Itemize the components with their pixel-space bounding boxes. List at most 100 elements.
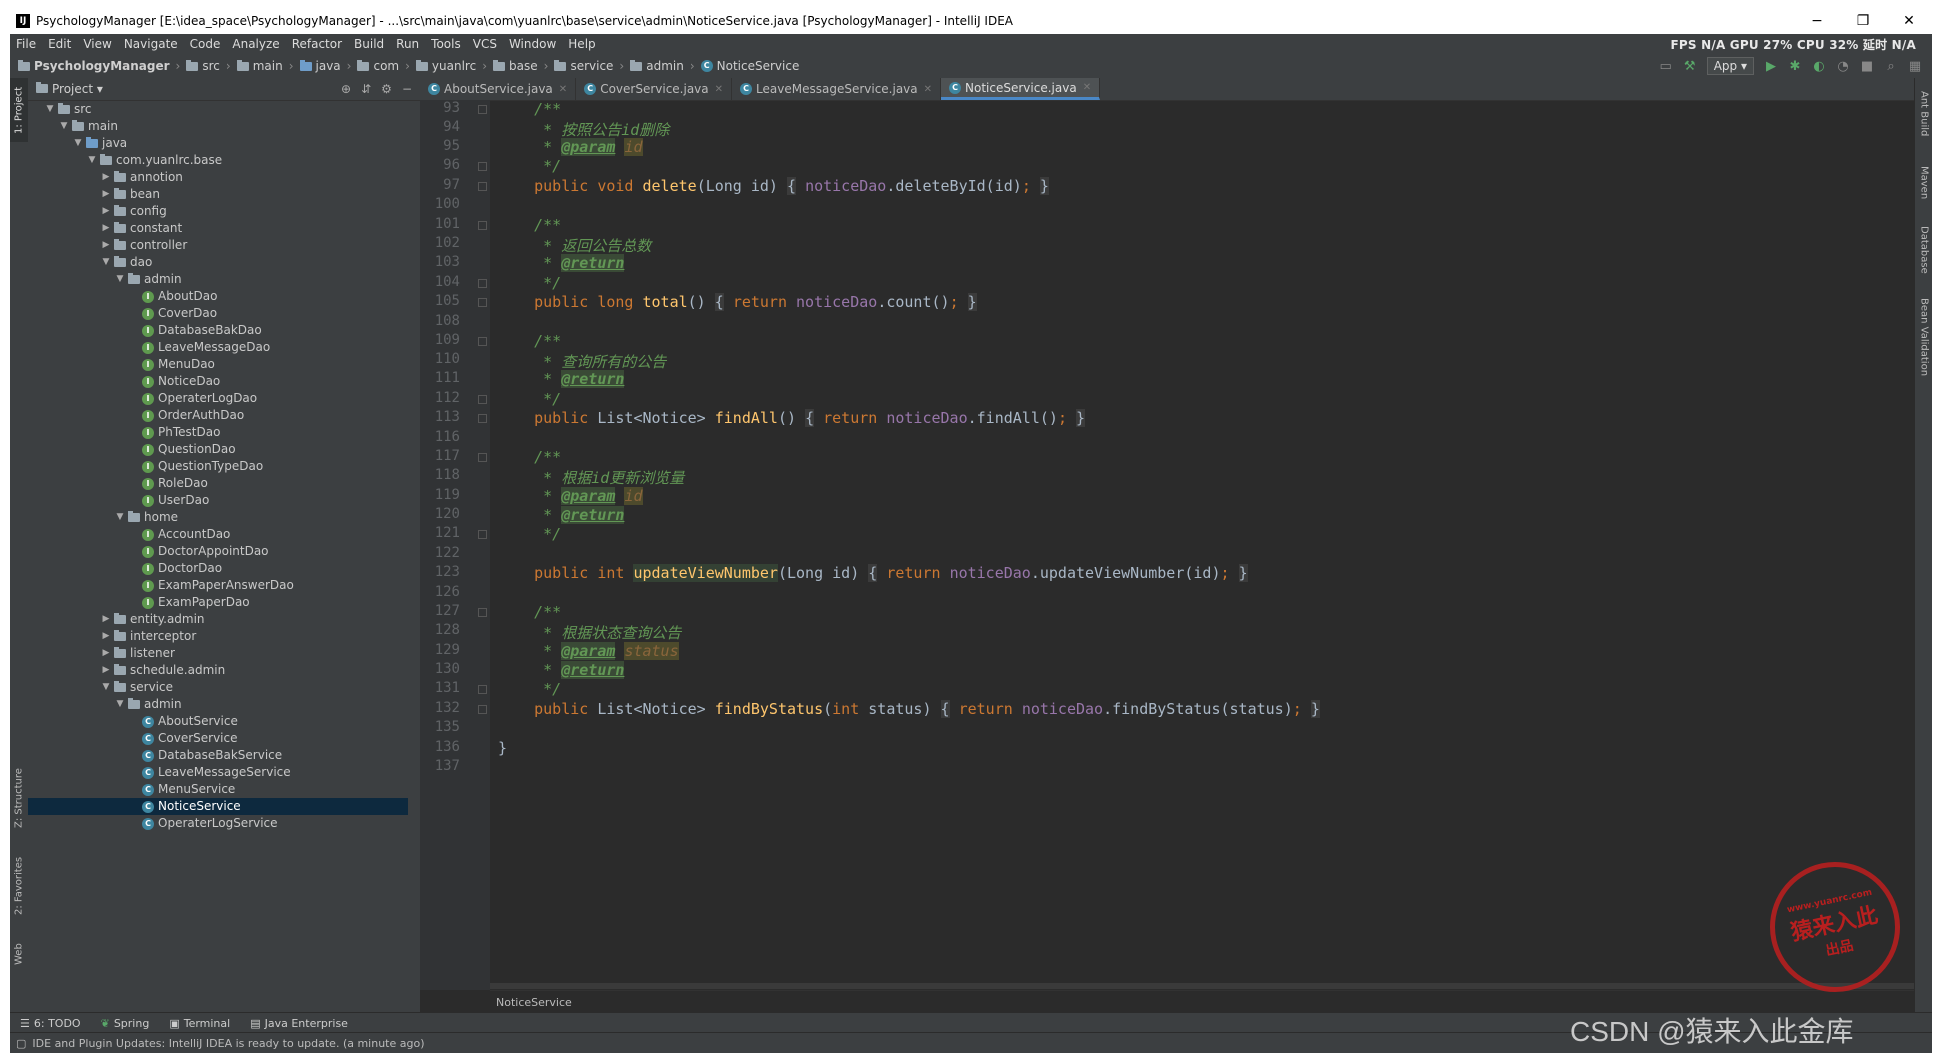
tree-row[interactable]: ▶ bean xyxy=(28,186,408,203)
status-message[interactable]: IDE and Plugin Updates: IntelliJ IDEA is… xyxy=(32,1037,424,1050)
status-toggle-icon[interactable]: ▢ xyxy=(10,1037,32,1050)
menu-vcs[interactable]: VCS xyxy=(467,37,503,51)
tree-row[interactable]: I DoctorAppointDao xyxy=(28,543,408,560)
tree-row[interactable]: C LeaveMessageService xyxy=(28,764,408,781)
collapse-arrow-icon[interactable]: ▶ xyxy=(100,645,112,662)
tool-terminal[interactable]: ▣ Terminal xyxy=(159,1017,240,1030)
project-structure-icon[interactable]: ▦ xyxy=(1908,59,1922,74)
tree-row[interactable]: I ExamPaperDao xyxy=(28,594,408,611)
menu-file[interactable]: File xyxy=(10,37,42,51)
tree-row[interactable]: ▶ config xyxy=(28,203,408,220)
crumb-noticeservice[interactable]: C NoticeService xyxy=(697,59,804,73)
tree-row[interactable]: ▼ com.yuanlrc.base xyxy=(28,152,408,169)
close-tab-icon[interactable]: ✕ xyxy=(715,84,723,95)
tab-maven[interactable]: Maven xyxy=(1915,158,1932,208)
tree-row[interactable]: ▶ listener xyxy=(28,645,408,662)
tree-row[interactable]: I LeaveMessageDao xyxy=(28,339,408,356)
tree-row[interactable]: ▶ constant xyxy=(28,220,408,237)
fold-marker-icon[interactable] xyxy=(478,298,487,307)
coverage-icon[interactable]: ◐ xyxy=(1812,59,1826,74)
fold-marker-icon[interactable] xyxy=(478,530,487,539)
tool-todo[interactable]: ☰ 6: TODO xyxy=(10,1017,91,1030)
tab-favorites[interactable]: 2: Favorites xyxy=(10,848,28,924)
expand-arrow-icon[interactable]: ▼ xyxy=(100,254,112,271)
tab-leavemessageservice[interactable]: C LeaveMessageService.java ✕ xyxy=(732,78,942,100)
fold-marker-icon[interactable] xyxy=(478,162,487,171)
tree-row[interactable]: ▼ src xyxy=(28,101,408,118)
tree-row[interactable]: C NoticeService xyxy=(28,798,408,815)
tree-row[interactable]: I DatabaseBakDao xyxy=(28,322,408,339)
collapse-all-icon[interactable]: ⇵ xyxy=(361,82,371,96)
tree-row[interactable]: I AccountDao xyxy=(28,526,408,543)
collapse-arrow-icon[interactable]: ▶ xyxy=(100,203,112,220)
expand-arrow-icon[interactable]: ▼ xyxy=(114,271,126,288)
tree-row[interactable]: I CoverDao xyxy=(28,305,408,322)
window-layout-icon[interactable]: ▭ xyxy=(1659,59,1673,74)
close-tab-icon[interactable]: ✕ xyxy=(559,84,567,95)
fold-marker-icon[interactable] xyxy=(478,337,487,346)
fold-marker-icon[interactable] xyxy=(478,105,487,114)
tree-row[interactable]: ▶ schedule.admin xyxy=(28,662,408,679)
close-button[interactable]: ✕ xyxy=(1886,8,1932,34)
code-view[interactable]: /** * 按照公告id删除 * @param id */ public voi… xyxy=(490,100,1930,990)
expand-arrow-icon[interactable]: ▼ xyxy=(58,118,70,135)
crumb-src[interactable]: src xyxy=(182,59,224,73)
fold-marker-icon[interactable] xyxy=(478,279,487,288)
collapse-arrow-icon[interactable]: ▶ xyxy=(100,611,112,628)
close-tab-icon[interactable]: ✕ xyxy=(924,84,932,95)
tree-row[interactable]: I RoleDao xyxy=(28,475,408,492)
crumb-service[interactable]: service xyxy=(550,59,617,73)
tree-row[interactable]: ▼ home xyxy=(28,509,408,526)
tree-row[interactable]: I UserDao xyxy=(28,492,408,509)
fold-marker-icon[interactable] xyxy=(478,608,487,617)
tab-noticeservice[interactable]: C NoticeService.java ✕ xyxy=(941,78,1101,100)
project-view-select[interactable]: Project ▾ xyxy=(28,82,103,96)
menu-analyze[interactable]: Analyze xyxy=(226,37,285,51)
collapse-arrow-icon[interactable]: ▶ xyxy=(100,169,112,186)
run-icon[interactable]: ▶ xyxy=(1764,59,1778,74)
expand-arrow-icon[interactable]: ▼ xyxy=(114,509,126,526)
menu-edit[interactable]: Edit xyxy=(42,37,77,51)
crumb-yuanlrc[interactable]: yuanlrc xyxy=(412,59,480,73)
tree-row[interactable]: I PhTestDao xyxy=(28,424,408,441)
tree-row[interactable]: ▶ entity.admin xyxy=(28,611,408,628)
crumb-admin[interactable]: admin xyxy=(626,59,688,73)
editor-horizontal-scrollbar[interactable] xyxy=(490,983,1920,989)
fold-marker-icon[interactable] xyxy=(478,221,487,230)
tab-aboutservice[interactable]: C AboutService.java ✕ xyxy=(420,78,577,100)
tree-row[interactable]: ▼ admin xyxy=(28,696,408,713)
locate-icon[interactable]: ⊕ xyxy=(341,82,351,96)
menu-view[interactable]: View xyxy=(77,37,117,51)
tree-row[interactable]: ▼ admin xyxy=(28,271,408,288)
expand-arrow-icon[interactable]: ▼ xyxy=(100,679,112,696)
tree-row[interactable]: ▶ controller xyxy=(28,237,408,254)
crumb-project[interactable]: PsychologyManager xyxy=(10,59,174,73)
tab-coverservice[interactable]: C CoverService.java ✕ xyxy=(576,78,733,100)
tree-row[interactable]: I NoticeDao xyxy=(28,373,408,390)
collapse-arrow-icon[interactable]: ▶ xyxy=(100,662,112,679)
expand-arrow-icon[interactable]: ▼ xyxy=(114,696,126,713)
fold-marker-icon[interactable] xyxy=(478,685,487,694)
hide-icon[interactable]: − xyxy=(402,82,412,96)
fold-marker-icon[interactable] xyxy=(478,182,487,191)
build-hammer-icon[interactable]: ⚒ xyxy=(1683,59,1697,74)
tree-row[interactable]: ▼ service xyxy=(28,679,408,696)
debug-icon[interactable]: ✱ xyxy=(1788,59,1802,74)
menu-code[interactable]: Code xyxy=(184,37,227,51)
tree-row[interactable]: I QuestionTypeDao xyxy=(28,458,408,475)
tree-row[interactable]: C AboutService xyxy=(28,713,408,730)
tree-row[interactable]: C OperaterLogService xyxy=(28,815,408,832)
minimize-button[interactable]: − xyxy=(1794,8,1840,34)
expand-arrow-icon[interactable]: ▼ xyxy=(86,152,98,169)
menu-run[interactable]: Run xyxy=(390,37,425,51)
search-icon[interactable]: ⌕ xyxy=(1884,59,1898,74)
menu-help[interactable]: Help xyxy=(562,37,601,51)
tree-row[interactable]: I OrderAuthDao xyxy=(28,407,408,424)
menu-build[interactable]: Build xyxy=(348,37,390,51)
crumb-com[interactable]: com xyxy=(353,59,403,73)
expand-arrow-icon[interactable]: ▼ xyxy=(44,101,56,118)
tree-row[interactable]: ▶ interceptor xyxy=(28,628,408,645)
tab-ant-build[interactable]: Ant Build xyxy=(1915,84,1932,144)
tree-row[interactable]: I QuestionDao xyxy=(28,441,408,458)
gear-icon[interactable]: ⚙ xyxy=(381,82,392,96)
